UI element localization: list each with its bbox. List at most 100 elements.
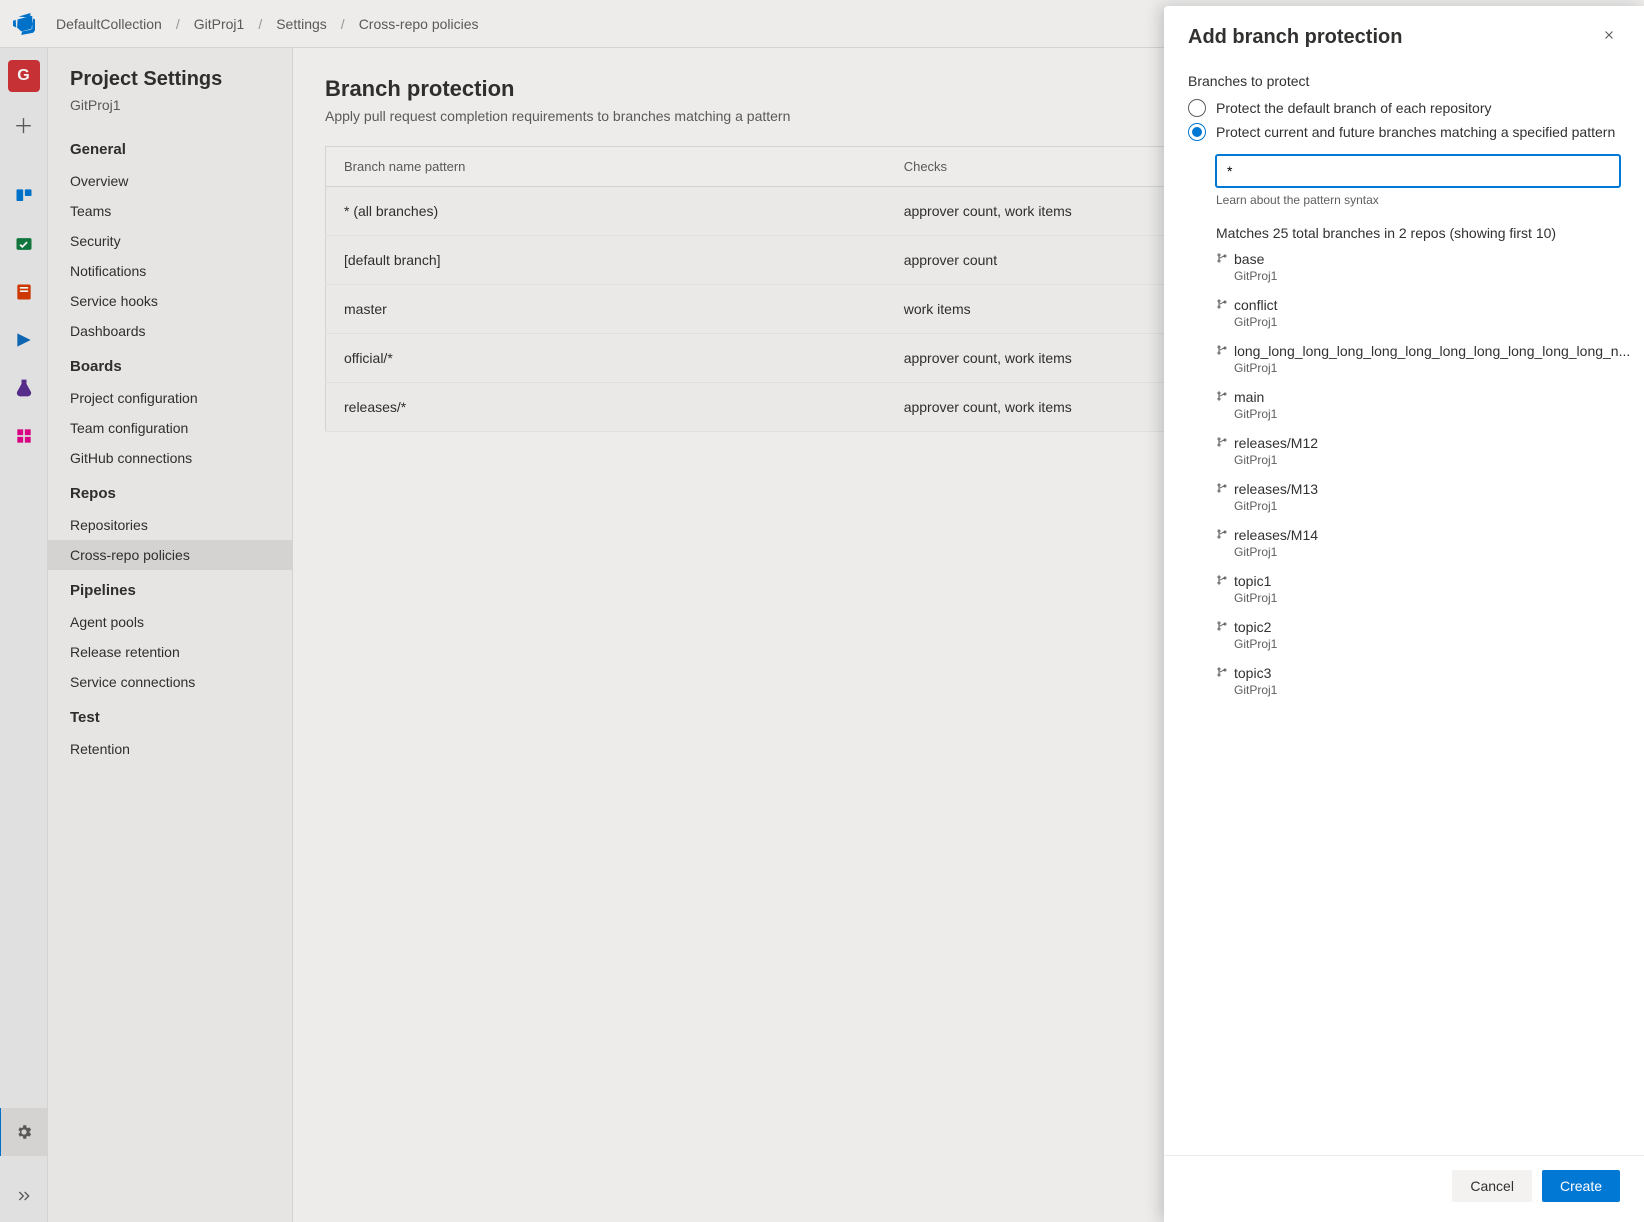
branch-icon bbox=[1216, 252, 1228, 267]
pattern-syntax-help-link[interactable]: Learn about the pattern syntax bbox=[1216, 193, 1620, 207]
cancel-button[interactable]: Cancel bbox=[1452, 1170, 1532, 1202]
breadcrumb: DefaultCollection / GitProj1 / Settings … bbox=[56, 16, 479, 32]
cell-pattern: [default branch] bbox=[326, 236, 886, 285]
match-repo-name: GitProj1 bbox=[1234, 407, 1620, 421]
branch-icon bbox=[1216, 482, 1228, 497]
match-item: topic2GitProj1 bbox=[1216, 619, 1620, 651]
breadcrumb-page[interactable]: Cross-repo policies bbox=[359, 16, 479, 32]
nav-section-title: Pipelines bbox=[48, 570, 292, 607]
nav-item[interactable]: Retention bbox=[48, 734, 292, 764]
radio-icon bbox=[1188, 123, 1206, 141]
match-repo-name: GitProj1 bbox=[1234, 453, 1620, 467]
expand-nav-icon[interactable] bbox=[8, 1180, 40, 1212]
match-repo-name: GitProj1 bbox=[1234, 315, 1620, 329]
settings-nav: Project Settings GitProj1 GeneralOvervie… bbox=[48, 48, 293, 1222]
match-repo-name: GitProj1 bbox=[1234, 361, 1620, 375]
match-item: long_long_long_long_long_long_long_long_… bbox=[1216, 343, 1620, 375]
match-summary: Matches 25 total branches in 2 repos (sh… bbox=[1216, 225, 1620, 241]
icon-rail: G ＋ bbox=[0, 48, 48, 1222]
nav-item[interactable]: Service hooks bbox=[48, 286, 292, 316]
match-repo-name: GitProj1 bbox=[1234, 637, 1620, 651]
settings-title: Project Settings bbox=[48, 68, 292, 97]
match-item: topic1 GitProj1 bbox=[1216, 573, 1620, 605]
branch-icon bbox=[1216, 574, 1228, 589]
nav-item[interactable]: Team configuration bbox=[48, 413, 292, 443]
radio-protect-default[interactable]: Protect the default branch of each repos… bbox=[1188, 99, 1620, 117]
breadcrumb-collection[interactable]: DefaultCollection bbox=[56, 16, 162, 32]
breadcrumb-separator: / bbox=[341, 16, 345, 32]
nav-section-title: General bbox=[48, 129, 292, 166]
match-item: releases/M12 GitProj1 bbox=[1216, 435, 1620, 467]
azure-devops-logo-icon[interactable] bbox=[10, 10, 38, 38]
panel-title: Add branch protection bbox=[1188, 26, 1402, 49]
artifacts-icon[interactable] bbox=[8, 420, 40, 452]
match-item: base GitProj1 bbox=[1216, 251, 1620, 283]
nav-item[interactable]: Release retention bbox=[48, 637, 292, 667]
breadcrumb-separator: / bbox=[176, 16, 180, 32]
boards-icon[interactable] bbox=[8, 180, 40, 212]
nav-item[interactable]: GitHub connections bbox=[48, 443, 292, 473]
match-branch-name: topic1 bbox=[1234, 573, 1271, 589]
nav-item[interactable]: Notifications bbox=[48, 256, 292, 286]
nav-item[interactable]: Dashboards bbox=[48, 316, 292, 346]
branch-icon bbox=[1216, 528, 1228, 543]
match-branch-name: topic3 bbox=[1234, 665, 1271, 681]
close-icon[interactable] bbox=[1598, 24, 1620, 51]
match-repo-name: GitProj1 bbox=[1234, 499, 1620, 513]
nav-item[interactable]: Overview bbox=[48, 166, 292, 196]
branch-icon bbox=[1216, 666, 1228, 681]
match-branch-name: base bbox=[1234, 251, 1264, 267]
nav-item[interactable]: Project configuration bbox=[48, 383, 292, 413]
match-branch-name: conflict bbox=[1234, 297, 1278, 313]
match-repo-name: GitProj1 bbox=[1234, 683, 1620, 697]
match-repo-name: GitProj1 bbox=[1234, 269, 1620, 283]
project-avatar[interactable]: G bbox=[8, 60, 40, 92]
test-plans-icon[interactable] bbox=[8, 372, 40, 404]
nav-item[interactable]: Cross-repo policies bbox=[48, 540, 292, 570]
add-icon[interactable]: ＋ bbox=[8, 108, 40, 140]
branch-icon bbox=[1216, 344, 1228, 359]
breadcrumb-separator: / bbox=[258, 16, 262, 32]
branches-to-protect-label: Branches to protect bbox=[1188, 73, 1620, 89]
match-branch-name: long_long_long_long_long_long_long_long_… bbox=[1234, 343, 1630, 359]
cell-pattern: * (all branches) bbox=[326, 187, 886, 236]
match-item: releases/M13 GitProj1 bbox=[1216, 481, 1620, 513]
nav-section-title: Boards bbox=[48, 346, 292, 383]
match-branch-name: main bbox=[1234, 389, 1264, 405]
settings-project-name: GitProj1 bbox=[48, 97, 292, 129]
match-repo-name: GitProj1 bbox=[1234, 591, 1620, 605]
project-settings-icon[interactable] bbox=[0, 1108, 47, 1156]
branch-icon bbox=[1216, 390, 1228, 405]
match-repo-name: GitProj1 bbox=[1234, 545, 1620, 559]
column-header-pattern[interactable]: Branch name pattern bbox=[326, 147, 886, 187]
match-branch-name: releases/M13 bbox=[1234, 481, 1318, 497]
match-branch-name: releases/M14 bbox=[1234, 527, 1318, 543]
match-item: conflict GitProj1 bbox=[1216, 297, 1620, 329]
nav-section-title: Repos bbox=[48, 473, 292, 510]
pipelines-icon[interactable] bbox=[8, 324, 40, 356]
branch-pattern-input[interactable] bbox=[1216, 155, 1620, 187]
cell-pattern: master bbox=[326, 285, 886, 334]
nav-item[interactable]: Agent pools bbox=[48, 607, 292, 637]
nav-item[interactable]: Service connections bbox=[48, 667, 292, 697]
nav-item[interactable]: Repositories bbox=[48, 510, 292, 540]
radio-icon bbox=[1188, 99, 1206, 117]
nav-section-title: Test bbox=[48, 697, 292, 734]
work-items-icon[interactable] bbox=[8, 228, 40, 260]
radio-protect-pattern[interactable]: Protect current and future branches matc… bbox=[1188, 123, 1620, 141]
branch-icon bbox=[1216, 298, 1228, 313]
branch-icon bbox=[1216, 436, 1228, 451]
radio-protect-default-label: Protect the default branch of each repos… bbox=[1216, 100, 1492, 116]
repos-icon[interactable] bbox=[8, 276, 40, 308]
nav-item[interactable]: Teams bbox=[48, 196, 292, 226]
match-item: main GitProj1 bbox=[1216, 389, 1620, 421]
branch-icon bbox=[1216, 620, 1228, 635]
breadcrumb-settings[interactable]: Settings bbox=[276, 16, 327, 32]
nav-item[interactable]: Security bbox=[48, 226, 292, 256]
create-button[interactable]: Create bbox=[1542, 1170, 1620, 1202]
add-branch-protection-panel: Add branch protection Branches to protec… bbox=[1164, 6, 1644, 1222]
cell-pattern: releases/* bbox=[326, 383, 886, 432]
match-item: releases/M14 GitProj1 bbox=[1216, 527, 1620, 559]
match-branch-name: releases/M12 bbox=[1234, 435, 1318, 451]
breadcrumb-project[interactable]: GitProj1 bbox=[194, 16, 245, 32]
